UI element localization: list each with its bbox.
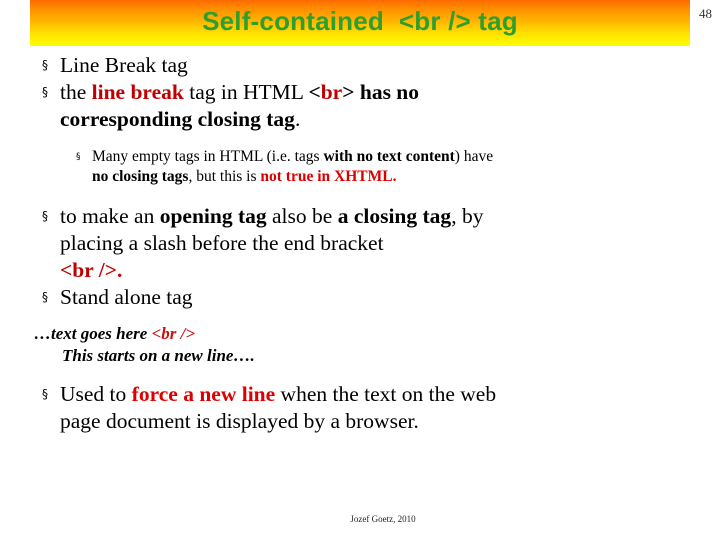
bullet-text: Stand alone tag xyxy=(60,284,720,311)
b3-line2: placing a slash before the end bracket xyxy=(60,231,384,255)
code-example-br-tag: <br /> xyxy=(151,324,196,343)
code-example-line-1: …text goes here <br /> xyxy=(0,323,720,345)
bullet-marker-icon: § xyxy=(42,85,48,99)
bullet-text: to make an opening tag also be a closing… xyxy=(60,203,720,257)
bullet-1-label: Line Break tag xyxy=(60,53,188,77)
b5-line2: page document is displayed by a browser. xyxy=(60,409,419,433)
slide-body: § Line Break tag § the line break tag in… xyxy=(0,52,720,435)
bullet-text: the line break tag in HTML <br> has no co… xyxy=(60,79,720,133)
sub1-l2-seg-2: , but this is xyxy=(188,168,261,185)
sub-bullet-item-empty-tags: § Many empty tags in HTML (i.e. tags wit… xyxy=(0,147,720,187)
code-example-line-2: This starts on a new line…. xyxy=(62,346,255,365)
b2-seg-1: the xyxy=(60,80,92,104)
bullet-item-opening-closing-tag: § to make an opening tag also be a closi… xyxy=(0,203,720,257)
footer-credit: Jozef Goetz, 2010 xyxy=(350,514,416,524)
bullet-4-label: Stand alone tag xyxy=(60,285,193,309)
bullet-marker-icon: § xyxy=(42,58,48,72)
b2-seg-has-no: has no xyxy=(354,80,420,104)
b3-seg-closing-tag: a closing tag xyxy=(337,204,452,228)
sub1-seg-1: Many empty tags in HTML (i.e. tags xyxy=(92,148,324,165)
sub1-seg-3: ) have xyxy=(454,148,494,165)
b5-seg-force-new-line: force a new line xyxy=(131,382,276,406)
bullet-item-br-no-closing: § the line break tag in HTML <br> has no… xyxy=(0,79,720,133)
b2-seg-line-break: line break xyxy=(91,80,184,104)
b3-seg-3: also be xyxy=(266,204,338,228)
bullet-item-stand-alone-tag: § Stand alone tag xyxy=(0,284,720,311)
bullet-text: Line Break tag xyxy=(60,52,720,79)
b3-seg-5: , by xyxy=(451,204,484,228)
bullet-item-force-new-line: § Used to force a new line when the text… xyxy=(0,381,720,435)
br-tag-example: <br />. xyxy=(60,258,123,282)
sub1-seg-bold: with no text content xyxy=(323,148,455,165)
bullet-marker-icon: § xyxy=(42,387,48,401)
b2-line2-tail: . xyxy=(294,107,301,131)
bullet-marker-icon: § xyxy=(42,209,48,223)
b2-seg-bracket-close: > xyxy=(342,80,355,104)
b3-seg-1: to make an xyxy=(60,204,160,228)
page-title: Self-contained <br /> tag xyxy=(202,6,518,36)
b5-seg-3: when the text on the web xyxy=(275,382,497,406)
b2-seg-br: br xyxy=(320,80,343,104)
page-number: 48 xyxy=(699,6,712,21)
sub1-l2-seg-xhtml: not true in XHTML. xyxy=(260,168,397,185)
slide: Self-contained <br /> tag 48 § Line Brea… xyxy=(0,0,720,540)
b2-line2: corresponding closing tag xyxy=(60,107,295,131)
sub-bullet-marker-icon: § xyxy=(76,152,81,162)
br-tag-example-line: <br />. xyxy=(0,257,720,284)
b2-seg-bracket-open: < xyxy=(308,80,321,104)
bullet-marker-icon: § xyxy=(42,290,48,304)
b2-seg-3: tag in HTML xyxy=(183,80,309,104)
code-example-text: …text goes here xyxy=(34,324,152,343)
sub1-l2-seg-1: no closing tags xyxy=(92,168,189,185)
sub-bullet-text: Many empty tags in HTML (i.e. tags with … xyxy=(92,147,720,187)
code-example-block: …text goes here <br /> This starts on a … xyxy=(0,323,720,367)
b3-seg-opening-tag: opening tag xyxy=(159,204,267,228)
bullet-item-line-break-tag: § Line Break tag xyxy=(0,52,720,79)
bullet-text: Used to force a new line when the text o… xyxy=(60,381,720,435)
b5-seg-1: Used to xyxy=(60,382,132,406)
